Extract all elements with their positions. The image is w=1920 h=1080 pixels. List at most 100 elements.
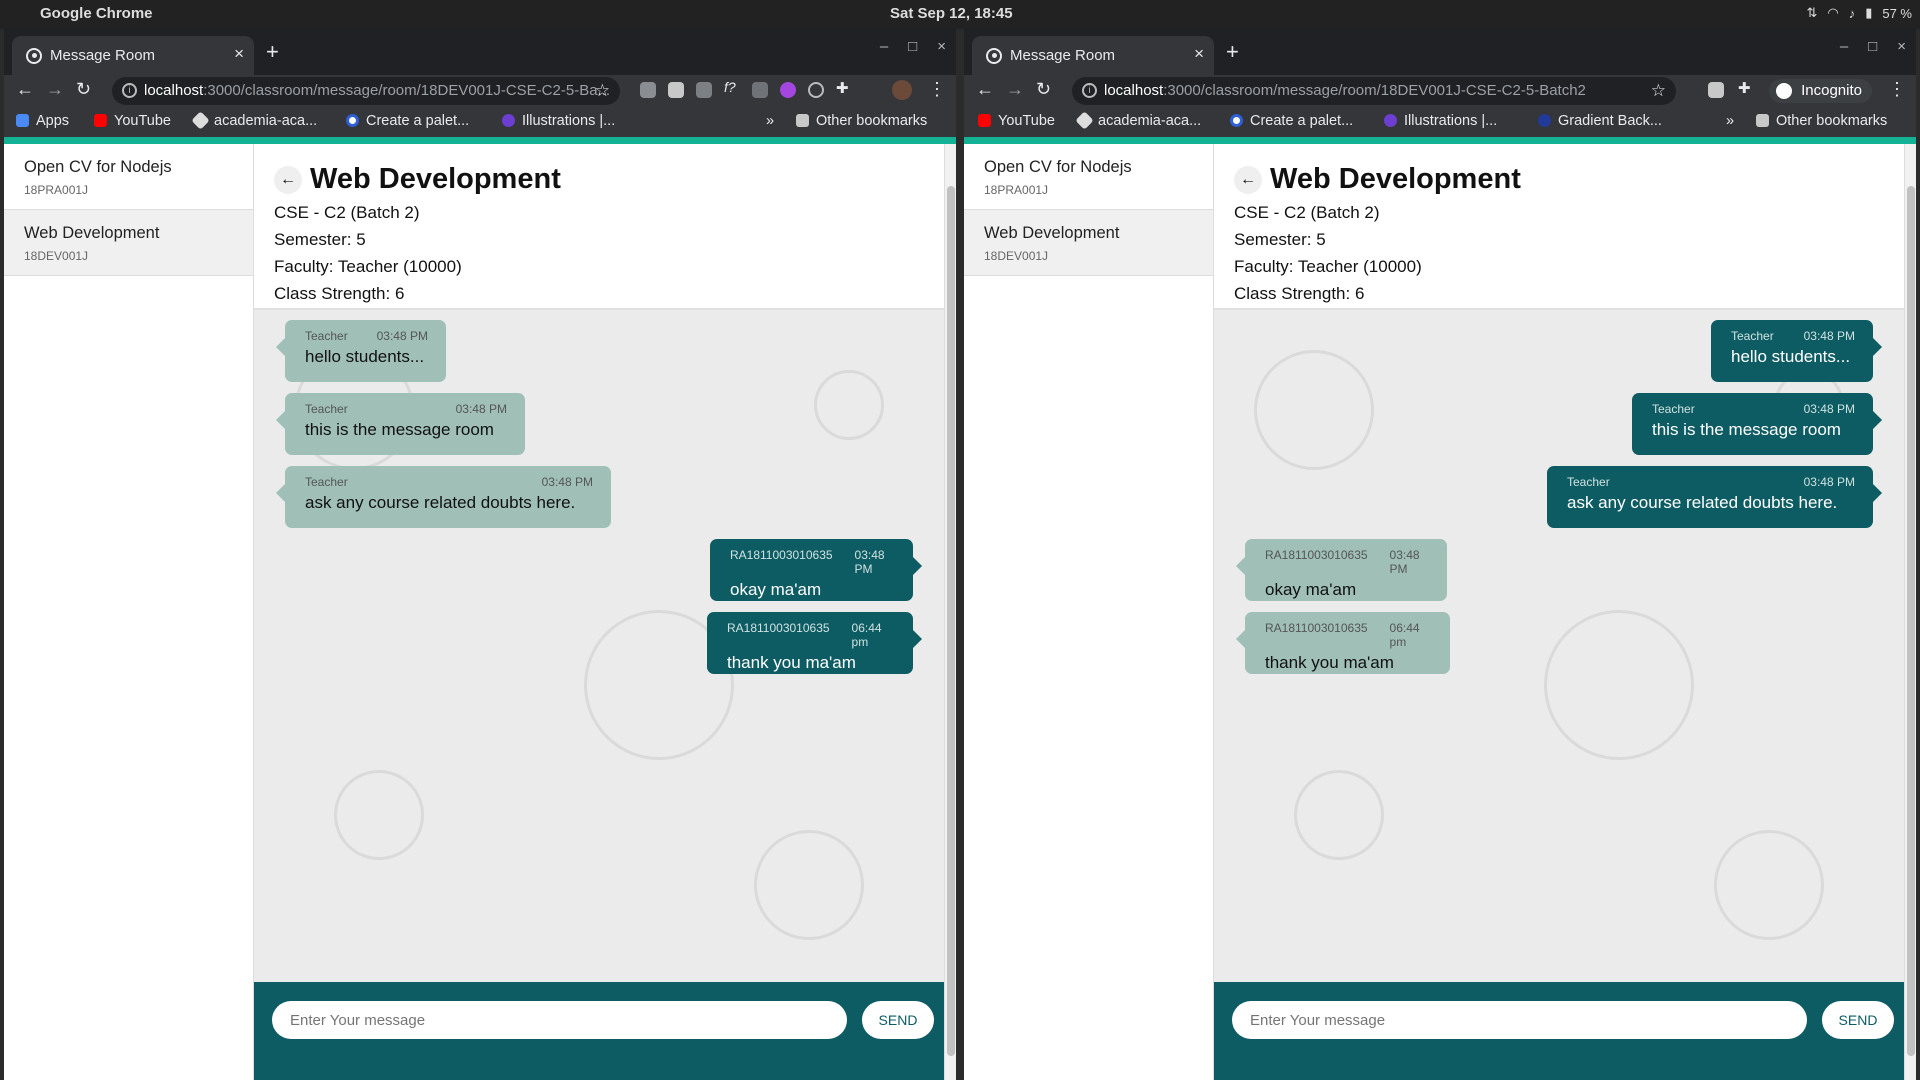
message-sender: RA1811003010635: [730, 548, 833, 562]
extension-function-icon[interactable]: f?: [724, 79, 740, 95]
address-bar[interactable]: i localhost:3000/classroom/message/room/…: [1072, 77, 1676, 105]
message-text: this is the message room: [305, 420, 494, 439]
extension-pen-icon[interactable]: [1708, 82, 1724, 98]
bookmark-youtube[interactable]: YouTube: [94, 113, 171, 129]
new-tab-button[interactable]: +: [266, 39, 279, 65]
chrome-menu-icon[interactable]: ⋮: [928, 79, 946, 100]
message-text: ask any course related doubts here.: [305, 493, 576, 512]
bookmark-academia[interactable]: academia-aca...: [191, 111, 317, 130]
maximize-icon[interactable]: □: [908, 38, 917, 55]
incognito-icon: [1776, 83, 1793, 99]
profile-avatar[interactable]: [892, 80, 912, 100]
background-doodle: [814, 370, 884, 440]
extension-shield-icon[interactable]: [640, 82, 656, 98]
message-composer: SEND: [1214, 982, 1904, 1080]
more-bookmarks-chevron[interactable]: »: [766, 113, 774, 129]
course-code: 18DEV001J: [24, 249, 89, 263]
sidebar-item-web-development[interactable]: Web Development 18DEV001J: [964, 210, 1213, 276]
extension-purple-icon[interactable]: [780, 82, 796, 98]
message-sender: Teacher: [305, 402, 348, 416]
more-bookmarks-chevron[interactable]: »: [1726, 113, 1734, 129]
close-window-icon[interactable]: ×: [1897, 38, 1906, 55]
bookmark-palette[interactable]: Create a palet...: [1230, 113, 1353, 129]
chrome-window-normal: Message Room × + – □ × ← → ↻ i localhost…: [4, 29, 956, 1080]
bookmark-palette[interactable]: Create a palet...: [346, 113, 469, 129]
bookmark-youtube[interactable]: YouTube: [978, 113, 1055, 129]
network-icon: ⇅: [1806, 5, 1818, 20]
bookmarks-bar: Apps YouTube academia-aca... Create a pa…: [4, 107, 956, 137]
bookmark-illustrations[interactable]: Illustrations |...: [1384, 113, 1497, 129]
message-time: 03:48 PM: [455, 402, 507, 416]
extension-leaf-icon[interactable]: [752, 82, 768, 98]
system-tray[interactable]: ⇅ ◠ ♪ ▮ 57 %: [1806, 5, 1912, 21]
extensions-puzzle-icon[interactable]: ✚: [1738, 79, 1754, 97]
page-scrollbar[interactable]: [1904, 144, 1916, 1080]
page-scrollbar[interactable]: [944, 144, 956, 1080]
back-arrow-icon[interactable]: ←: [274, 165, 302, 194]
bookmark-gradient[interactable]: Gradient Back...: [1538, 113, 1662, 129]
tab-message-room[interactable]: Message Room ×: [972, 36, 1214, 75]
class-strength-info: Class Strength: 6: [274, 284, 405, 303]
close-tab-icon[interactable]: ×: [1194, 44, 1204, 64]
faculty-info: Faculty: Teacher (10000): [1234, 257, 1422, 276]
back-arrow-icon[interactable]: ←: [1234, 165, 1262, 194]
faculty-info: Faculty: Teacher (10000): [274, 257, 462, 276]
class-strength-info: Class Strength: 6: [1234, 284, 1365, 303]
site-info-icon[interactable]: i: [1082, 83, 1097, 98]
chrome-menu-icon[interactable]: ⋮: [1888, 79, 1906, 100]
message-sender: Teacher: [305, 475, 348, 489]
gradient-icon: [1538, 114, 1551, 127]
background-doodle: [1544, 610, 1694, 760]
bookmark-academia[interactable]: academia-aca...: [1075, 111, 1201, 130]
message-room: ← Web Development CSE - C2 (Batch 2) Sem…: [254, 144, 944, 1080]
bookmark-other[interactable]: Other bookmarks: [1756, 113, 1887, 129]
maximize-icon[interactable]: □: [1868, 38, 1877, 55]
back-arrow-icon[interactable]: ←: [16, 79, 34, 100]
close-tab-icon[interactable]: ×: [234, 44, 244, 64]
sidebar-item-web-development[interactable]: Web Development 18DEV001J: [4, 210, 253, 276]
reload-icon[interactable]: ↻: [76, 79, 91, 100]
tab-message-room[interactable]: Message Room ×: [12, 36, 254, 75]
bookmark-other[interactable]: Other bookmarks: [796, 113, 927, 129]
chat-area[interactable]: Teacher 03:48 PM hello students... Teache…: [1214, 310, 1904, 982]
send-button[interactable]: SEND: [862, 1001, 934, 1039]
battery-icon: ▮: [1865, 5, 1873, 20]
minimize-icon[interactable]: –: [1840, 38, 1848, 55]
chat-area[interactable]: Teacher 03:48 PM hello students... Teache…: [254, 310, 944, 982]
bookmark-star-icon[interactable]: ☆: [1651, 77, 1666, 105]
sidebar-item-opencv[interactable]: Open CV for Nodejs 18PRA001J: [964, 144, 1213, 210]
minimize-icon[interactable]: –: [880, 38, 888, 55]
extensions-puzzle-icon[interactable]: ✚: [836, 79, 852, 97]
course-code: 18PRA001J: [984, 183, 1049, 197]
address-bar[interactable]: i localhost:3000/classroom/message/room/…: [112, 77, 620, 105]
tab-strip: Message Room × + – □ ×: [964, 29, 1916, 75]
message-bubble: Teacher 03:48 PM this is the message room: [1632, 393, 1882, 455]
extension-target-icon[interactable]: [808, 82, 824, 98]
site-info-icon[interactable]: i: [122, 83, 137, 98]
message-input[interactable]: [1232, 1001, 1807, 1039]
app-accent-bar: [964, 137, 1916, 144]
extension-clipboard-icon[interactable]: [696, 82, 712, 98]
system-clock[interactable]: Sat Sep 12, 18:45: [890, 5, 1013, 22]
back-arrow-icon[interactable]: ←: [976, 79, 994, 100]
message-bubble: Teacher 03:48 PM ask any course related d…: [1547, 466, 1882, 528]
bookmark-illustrations[interactable]: Illustrations |...: [502, 113, 615, 129]
sidebar-item-opencv[interactable]: Open CV for Nodejs 18PRA001J: [4, 144, 253, 210]
message-sender: RA1811003010635: [1265, 548, 1368, 562]
message-input[interactable]: [272, 1001, 847, 1039]
forward-arrow-icon[interactable]: →: [46, 79, 64, 100]
scrollbar-thumb[interactable]: [947, 186, 955, 1056]
bookmark-star-icon[interactable]: ☆: [595, 77, 610, 105]
scrollbar-thumb[interactable]: [1907, 186, 1915, 1056]
incognito-indicator[interactable]: Incognito: [1769, 79, 1872, 103]
bookmark-apps[interactable]: Apps: [16, 113, 69, 129]
extension-pen-icon[interactable]: [668, 82, 684, 98]
chrome-window-incognito: Message Room × + – □ × ← → ↻ i localhost…: [964, 29, 1916, 1080]
battery-level: 57 %: [1882, 5, 1912, 21]
folder-icon: [796, 114, 809, 127]
reload-icon[interactable]: ↻: [1036, 79, 1051, 100]
forward-arrow-icon[interactable]: →: [1006, 79, 1024, 100]
new-tab-button[interactable]: +: [1226, 39, 1239, 65]
send-button[interactable]: SEND: [1822, 1001, 1894, 1039]
close-window-icon[interactable]: ×: [937, 38, 946, 55]
